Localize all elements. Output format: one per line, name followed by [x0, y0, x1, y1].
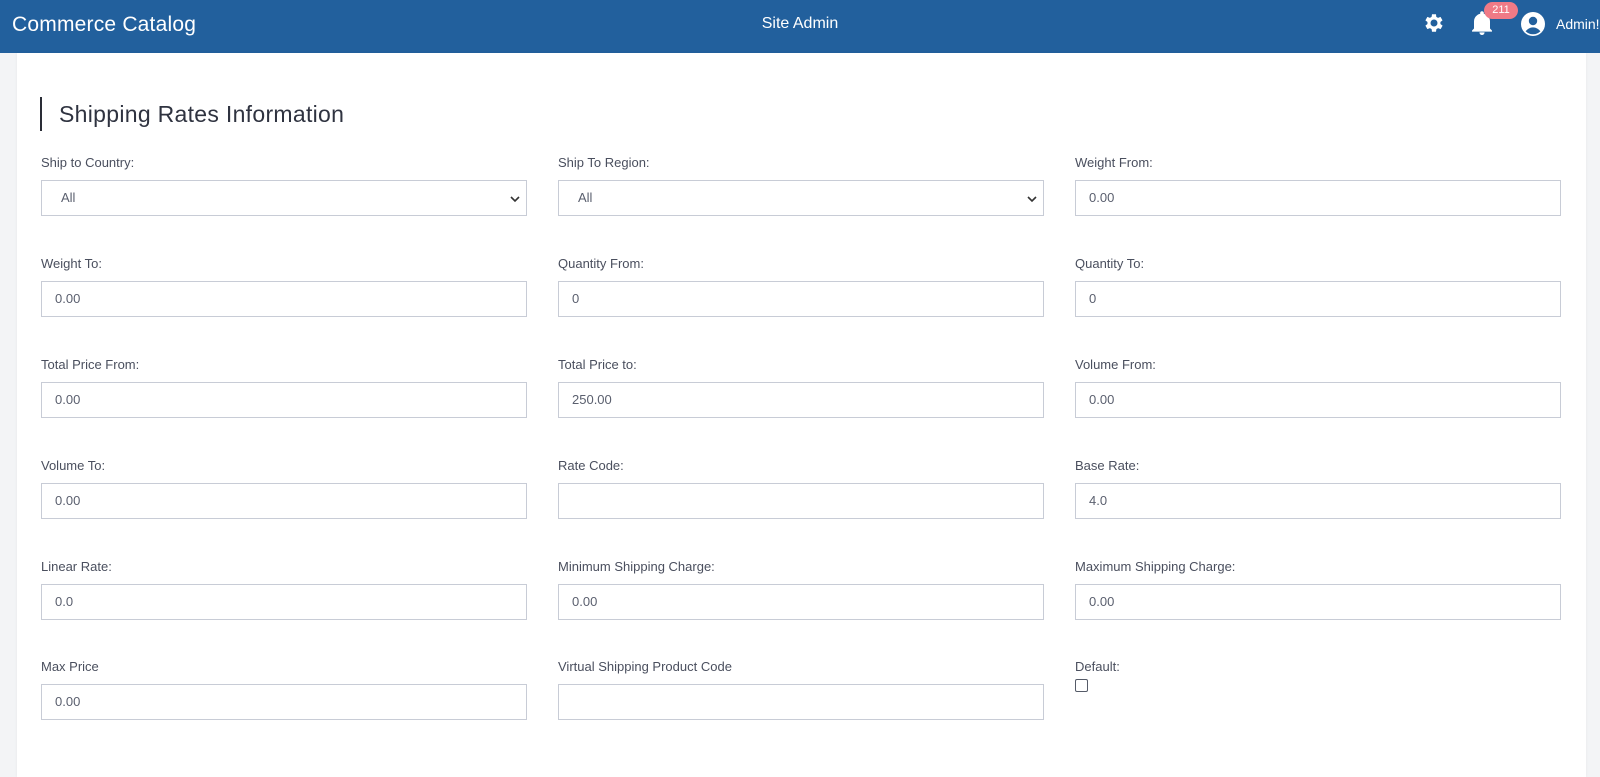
user-circle-icon: [1521, 12, 1545, 36]
chevron-down-icon: [1027, 196, 1037, 203]
quantity-to-input[interactable]: 0: [1075, 281, 1561, 317]
max-price-field: Max Price 0.00: [41, 658, 527, 720]
base-rate-input[interactable]: 4.0: [1075, 483, 1561, 519]
notification-badge[interactable]: 211: [1484, 2, 1518, 19]
quantity-from-input[interactable]: 0: [558, 281, 1044, 317]
volume-to-input[interactable]: 0.00: [41, 483, 527, 519]
rate-code-field: Rate Code:: [558, 457, 1044, 519]
base-rate-label: Base Rate:: [1075, 458, 1140, 473]
total-price-to-input[interactable]: 250.00: [558, 382, 1044, 418]
min-shipping-charge-input[interactable]: 0.00: [558, 584, 1044, 620]
user-menu[interactable]: Admin!: [1520, 10, 1600, 38]
default-field: Default:: [1075, 658, 1561, 692]
volume-to-field: Volume To: 0.00: [41, 457, 527, 519]
max-shipping-charge-input[interactable]: 0.00: [1075, 584, 1561, 620]
ship-to-country-label: Ship to Country:: [41, 155, 135, 170]
rate-code-input[interactable]: [558, 483, 1044, 519]
user-name: Admin!: [1556, 16, 1600, 32]
total-price-to-field: Total Price to: 250.00: [558, 356, 1044, 418]
shipping-rates-panel: Shipping Rates Information Ship to Count…: [17, 53, 1586, 777]
ship-to-region-value: All: [578, 190, 593, 205]
total-price-to-label: Total Price to:: [558, 357, 637, 372]
ship-to-country-select[interactable]: All: [41, 180, 527, 216]
linear-rate-field: Linear Rate: 0.0: [41, 558, 527, 620]
linear-rate-label: Linear Rate:: [41, 559, 112, 574]
max-price-label: Max Price: [41, 659, 99, 674]
quantity-to-label: Quantity To:: [1075, 256, 1145, 271]
virtual-shipping-product-code-label: Virtual Shipping Product Code: [558, 659, 732, 674]
volume-from-input[interactable]: 0.00: [1075, 382, 1561, 418]
virtual-shipping-product-code-input[interactable]: [558, 684, 1044, 720]
base-rate-field: Base Rate: 4.0: [1075, 457, 1561, 519]
min-shipping-charge-label: Minimum Shipping Charge:: [558, 559, 715, 574]
ship-to-region-label: Ship To Region:: [558, 155, 650, 170]
total-price-from-input[interactable]: 0.00: [41, 382, 527, 418]
ship-to-region-field: Ship To Region: All: [558, 154, 1044, 216]
min-shipping-charge-field: Minimum Shipping Charge: 0.00: [558, 558, 1044, 620]
gear-icon[interactable]: [1422, 11, 1446, 35]
total-price-from-field: Total Price From: 0.00: [41, 356, 527, 418]
top-actions: 211 Admin!: [1340, 0, 1600, 53]
default-checkbox[interactable]: [1075, 679, 1088, 692]
quantity-from-field: Quantity From: 0: [558, 255, 1044, 317]
quantity-to-field: Quantity To: 0: [1075, 255, 1561, 317]
max-shipping-charge-label: Maximum Shipping Charge:: [1075, 559, 1236, 574]
volume-to-label: Volume To:: [41, 458, 106, 473]
total-price-from-label: Total Price From:: [41, 357, 140, 372]
page-title: Shipping Rates Information: [40, 97, 344, 131]
ship-to-country-value: All: [61, 190, 76, 205]
weight-to-field: Weight To: 0.00: [41, 255, 527, 317]
top-nav-bar: Commerce Catalog Site Admin 211 Admin!: [0, 0, 1600, 53]
quantity-from-label: Quantity From:: [558, 256, 644, 271]
linear-rate-input[interactable]: 0.0: [41, 584, 527, 620]
volume-from-field: Volume From: 0.00: [1075, 356, 1561, 418]
weight-from-input[interactable]: 0.00: [1075, 180, 1561, 216]
max-shipping-charge-field: Maximum Shipping Charge: 0.00: [1075, 558, 1561, 620]
max-price-input[interactable]: 0.00: [41, 684, 527, 720]
chevron-down-icon: [510, 196, 520, 203]
volume-from-label: Volume From:: [1075, 357, 1156, 372]
weight-to-label: Weight To:: [41, 256, 102, 271]
virtual-shipping-product-code-field: Virtual Shipping Product Code: [558, 658, 1044, 720]
weight-to-input[interactable]: 0.00: [41, 281, 527, 317]
site-admin-label: Site Admin: [761, 15, 839, 32]
rate-code-label: Rate Code:: [558, 458, 624, 473]
weight-from-label: Weight From:: [1075, 155, 1153, 170]
ship-to-country-field: Ship to Country: All: [41, 154, 527, 216]
ship-to-region-select[interactable]: All: [558, 180, 1044, 216]
weight-from-field: Weight From: 0.00: [1075, 154, 1561, 216]
default-label: Default:: [1075, 659, 1120, 674]
